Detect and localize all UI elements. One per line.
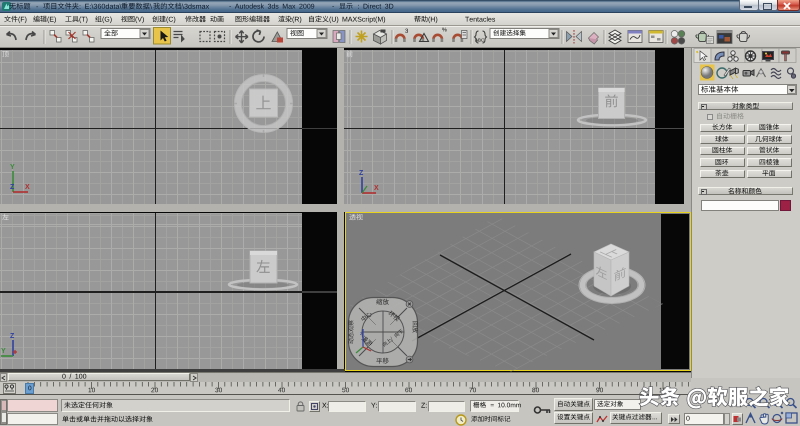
- svg-text:Z: Z: [10, 333, 15, 340]
- svg-text:Y: Y: [10, 164, 15, 171]
- svg-text:Y: Y: [1, 348, 6, 355]
- svg-text:X: X: [25, 184, 30, 191]
- svg-text:Z: Z: [359, 170, 364, 177]
- svg-text:Z: Z: [10, 184, 15, 191]
- svg-text:X: X: [374, 185, 379, 192]
